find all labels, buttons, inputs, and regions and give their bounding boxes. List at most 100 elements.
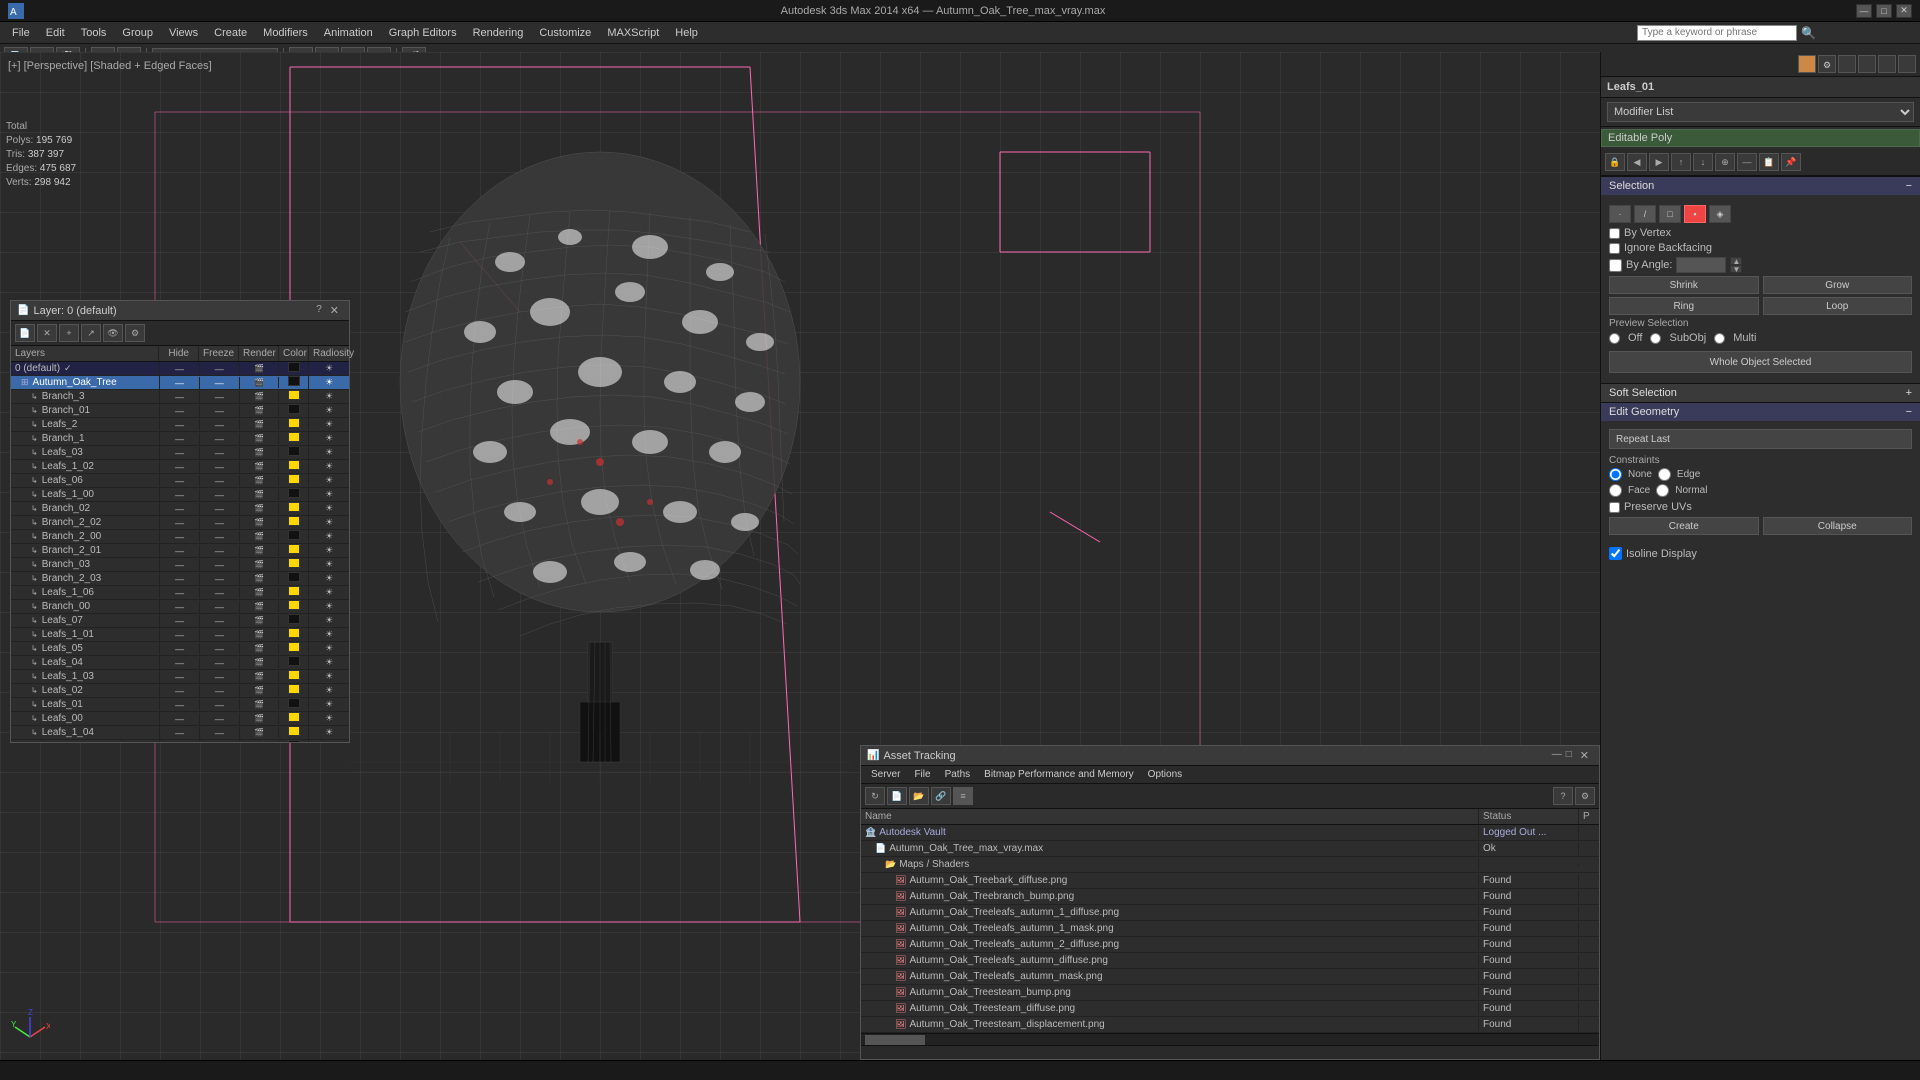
- layer-render-cell[interactable]: 🎬: [240, 391, 280, 402]
- editable-poly-item[interactable]: Editable Poly: [1601, 129, 1920, 147]
- layer-freeze-cell[interactable]: —: [200, 657, 240, 669]
- face-radio[interactable]: [1609, 484, 1622, 497]
- layer-row[interactable]: ↳ Leafs_05 — — 🎬 ☀: [11, 642, 349, 656]
- asset-row[interactable]: 🖼 Autumn_Oak_Treebark_diffuse.png Found: [861, 873, 1599, 889]
- menu-file[interactable]: File: [4, 25, 38, 41]
- layers-add-button[interactable]: +: [59, 324, 79, 342]
- layer-freeze-cell[interactable]: —: [200, 671, 240, 683]
- layer-freeze-cell[interactable]: —: [200, 475, 240, 487]
- layer-render-cell[interactable]: 🎬: [240, 433, 280, 444]
- layer-hide-cell[interactable]: —: [160, 545, 200, 557]
- isoline-checkbox[interactable]: [1609, 547, 1622, 560]
- layer-hide-cell[interactable]: —: [160, 657, 200, 669]
- layer-hide-cell[interactable]: —: [160, 713, 200, 725]
- layer-hide-cell[interactable]: —: [160, 447, 200, 459]
- layer-hide-cell[interactable]: —: [160, 405, 200, 417]
- layer-row[interactable]: ↳ Leafs_00 — — 🎬 ☀: [11, 712, 349, 726]
- layer-render-cell[interactable]: 🎬: [240, 363, 280, 374]
- edit-geometry-header[interactable]: Edit Geometry −: [1601, 403, 1920, 421]
- layer-hide-cell[interactable]: —: [160, 601, 200, 613]
- layer-row[interactable]: ↳ Branch_03 — — 🎬 ☀: [11, 558, 349, 572]
- layer-render-cell[interactable]: 🎬: [240, 447, 280, 458]
- layer-render-cell[interactable]: 🎬: [240, 475, 280, 486]
- layer-freeze-cell[interactable]: —: [200, 601, 240, 613]
- layer-hide-cell[interactable]: —: [160, 727, 200, 739]
- layer-freeze-cell[interactable]: —: [200, 699, 240, 711]
- ignore-backfacing-checkbox[interactable]: [1609, 243, 1620, 254]
- edge-radio[interactable]: [1658, 468, 1671, 481]
- menu-modifiers[interactable]: Modifiers: [255, 25, 316, 41]
- layer-freeze-cell[interactable]: —: [200, 559, 240, 571]
- menu-maxscript[interactable]: MAXScript: [599, 25, 667, 41]
- minimize-button[interactable]: —: [1856, 4, 1872, 18]
- layer-freeze-cell[interactable]: —: [200, 587, 240, 599]
- layer-color-cell[interactable]: [279, 684, 309, 697]
- asset-maximize-button[interactable]: □: [1566, 749, 1572, 762]
- preserve-uvs-checkbox[interactable]: [1609, 502, 1620, 513]
- layer-freeze-cell[interactable]: —: [200, 685, 240, 697]
- asset-scrollbar[interactable]: [861, 1033, 1599, 1045]
- asset-icon-3[interactable]: 🔗: [931, 787, 951, 805]
- asset-row[interactable]: 🖼 Autumn_Oak_Treesteam_diffuse.png Found: [861, 1001, 1599, 1017]
- layer-color-cell[interactable]: [279, 670, 309, 683]
- menu-tools[interactable]: Tools: [73, 25, 115, 41]
- repeat-last-button[interactable]: Repeat Last: [1609, 429, 1912, 449]
- layer-hide-cell[interactable]: —: [160, 461, 200, 473]
- layer-render-cell[interactable]: 🎬: [240, 671, 280, 682]
- maximize-button[interactable]: □: [1876, 4, 1892, 18]
- layers-delete-button[interactable]: ✕: [37, 324, 57, 342]
- layer-freeze-cell[interactable]: —: [200, 377, 240, 389]
- layer-render-cell[interactable]: 🎬: [240, 573, 280, 584]
- layer-render-cell[interactable]: 🎬: [240, 419, 280, 430]
- layer-render-cell[interactable]: 🎬: [240, 615, 280, 626]
- layer-row[interactable]: ↳ Leafs_04 — — 🎬 ☀: [11, 656, 349, 670]
- grow-button[interactable]: Grow: [1763, 276, 1913, 294]
- layer-hide-cell[interactable]: —: [160, 671, 200, 683]
- asset-row[interactable]: 🖼 Autumn_Oak_Treeleafs_autumn_2_diffuse.…: [861, 937, 1599, 953]
- layer-render-cell[interactable]: 🎬: [240, 461, 280, 472]
- lock-button[interactable]: 🔒: [1605, 153, 1625, 171]
- layer-row[interactable]: ↳ Branch_01 — — 🎬 ☀: [11, 404, 349, 418]
- modifier-icon-5[interactable]: ⊕: [1715, 153, 1735, 171]
- shrink-button[interactable]: Shrink: [1609, 276, 1759, 294]
- layer-render-cell[interactable]: 🎬: [240, 517, 280, 528]
- menu-views[interactable]: Views: [161, 25, 206, 41]
- layer-color-cell[interactable]: [279, 376, 309, 389]
- layer-render-cell[interactable]: 🎬: [240, 727, 280, 738]
- layer-hide-cell[interactable]: —: [160, 503, 200, 515]
- layer-row[interactable]: ↳ Branch_2_00 — — 🎬 ☀: [11, 530, 349, 544]
- layer-freeze-cell[interactable]: —: [200, 405, 240, 417]
- layer-freeze-cell[interactable]: —: [200, 363, 240, 375]
- asset-refresh-button[interactable]: ↻: [865, 787, 885, 805]
- by-angle-checkbox[interactable]: [1609, 259, 1622, 272]
- polygon-icon[interactable]: ▪: [1684, 205, 1706, 223]
- layer-row[interactable]: ↳ Leafs_03 — — 🎬 ☀: [11, 446, 349, 460]
- layer-row[interactable]: ↳ Leafs_1_00 — — 🎬 ☀: [11, 488, 349, 502]
- layer-color-cell[interactable]: [279, 628, 309, 641]
- layer-hide-cell[interactable]: —: [160, 363, 200, 375]
- layer-color-cell[interactable]: [279, 502, 309, 515]
- modifier-icon-4[interactable]: ↓: [1693, 153, 1713, 171]
- selection-rollout-header[interactable]: Selection −: [1601, 177, 1920, 195]
- modifier-list-dropdown[interactable]: Modifier List: [1607, 102, 1914, 122]
- layer-color-cell[interactable]: [279, 530, 309, 543]
- layer-row[interactable]: ↳ Leafs_07 — — 🎬 ☀: [11, 614, 349, 628]
- whole-object-button[interactable]: Whole Object Selected: [1609, 351, 1912, 373]
- layer-color-cell[interactable]: [279, 558, 309, 571]
- layer-freeze-cell[interactable]: —: [200, 391, 240, 403]
- none-radio[interactable]: [1609, 468, 1622, 481]
- layer-hide-cell[interactable]: —: [160, 629, 200, 641]
- layer-freeze-cell[interactable]: —: [200, 573, 240, 585]
- layer-render-cell[interactable]: 🎬: [240, 545, 280, 556]
- layer-row[interactable]: 0 (default) ✓ — — 🎬 ☀: [11, 362, 349, 376]
- asset-row[interactable]: 📂 Maps / Shaders: [861, 857, 1599, 873]
- tool-icon-1[interactable]: ⚙: [1818, 55, 1836, 73]
- modifier-icon-7[interactable]: 📋: [1759, 153, 1779, 171]
- modifier-icon-1[interactable]: ◀: [1627, 153, 1647, 171]
- asset-row[interactable]: 🖼 Autumn_Oak_Treesteam_bump.png Found: [861, 985, 1599, 1001]
- layer-render-cell[interactable]: 🎬: [240, 531, 280, 542]
- layer-freeze-cell[interactable]: —: [200, 713, 240, 725]
- modifier-icon-3[interactable]: ↑: [1671, 153, 1691, 171]
- layer-color-cell[interactable]: [279, 726, 309, 739]
- layer-color-cell[interactable]: [279, 656, 309, 669]
